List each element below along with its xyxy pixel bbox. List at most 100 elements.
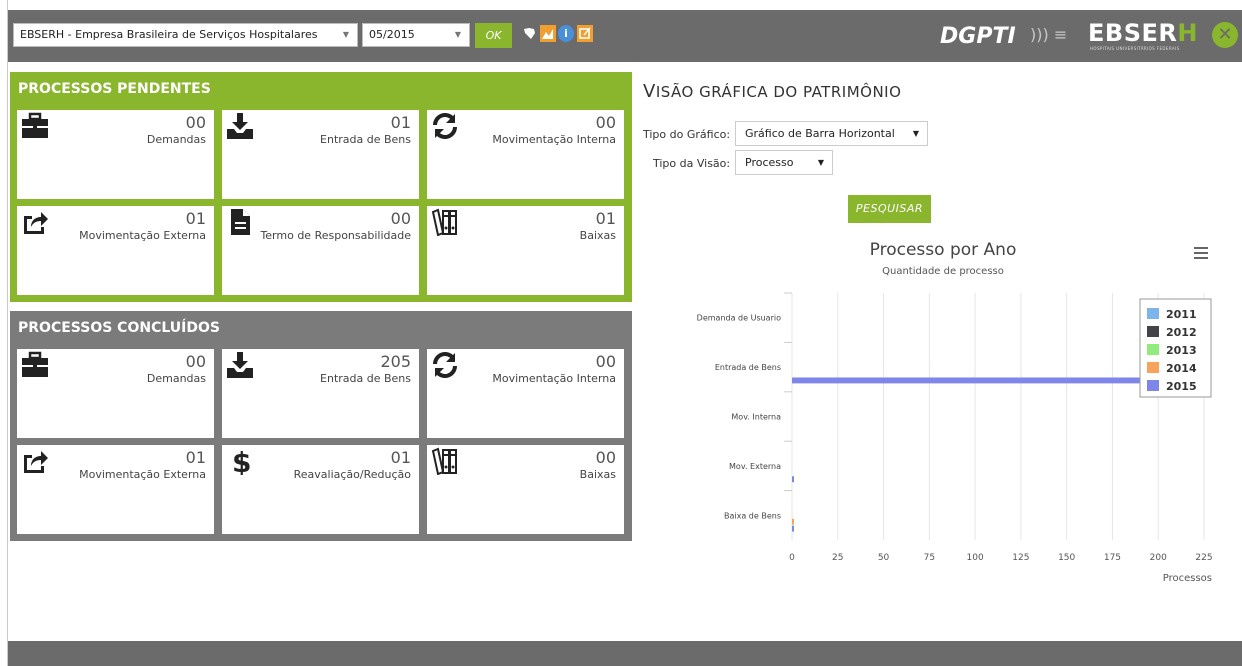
x-tick-label: 25 [832,553,843,563]
x-tick-label: 75 [924,553,935,563]
chart-subtitle: Quantidade de processo [882,266,1004,277]
tile-count: 00 [595,113,616,132]
chevron-down-icon: ▼ [342,30,349,39]
logo-separator: ))) ≡ [1030,25,1068,44]
tile-movimentacao-externa[interactable]: 01 Movimentação Externa [17,206,214,295]
pending-processes-panel: PROCESSOS PENDENTES 00 Demandas 01 Entra… [10,72,632,302]
search-button[interactable]: PESQUISAR [848,195,931,223]
hamburger-menu-icon[interactable] [1194,247,1208,259]
bar [792,518,794,525]
x-axis-label: Processos [1163,573,1212,584]
view-type-select-value: Processo [745,156,794,169]
y-category-label: Entrada de Bens [715,363,781,372]
chevron-down-icon: ▼ [817,158,824,167]
panel-title: PROCESSOS PENDENTES [18,81,211,97]
tile-baixas[interactable]: 00 Baixas [427,445,624,534]
tile-count: 01 [185,448,206,467]
legend-label: 2011 [1166,308,1197,321]
tile-label: Movimentação Externa [79,229,206,242]
chevron-down-icon: ▼ [912,129,919,138]
company-select[interactable]: EBSERH - Empresa Brasileira de Serviços … [13,23,358,47]
ebserh-logo: EBSERH [1088,19,1198,47]
y-category-label: Demanda de Usuario [697,314,781,323]
tile-label: Movimentação Interna [492,133,616,146]
x-tick-label: 100 [967,553,984,563]
tile-label: Movimentação Interna [492,372,616,385]
tile-movimentacao-interna[interactable]: 00 Movimentação Interna [427,349,624,438]
top-bar: EBSERH - Empresa Brasileira de Serviços … [8,10,1242,62]
legend-swatch [1147,344,1159,355]
x-tick-label: 50 [878,553,890,563]
tile-label: Movimentação Externa [79,468,206,481]
y-category-label: Mov. Interna [731,413,781,422]
tile-label: Demandas [146,133,206,146]
ok-button[interactable]: OK [475,23,512,48]
tile-movimentacao-interna[interactable]: 00 Movimentação Interna [427,110,624,199]
chart-type-select[interactable]: Gráfico de Barra Horizontal ▼ [735,121,928,146]
legend-label: 2014 [1166,362,1197,375]
tile-count: 00 [595,448,616,467]
page-title-rest: ISÃO GRÁFICA DO PATRIMÔNIO [655,83,902,101]
tile-label: Termo de Responsabilidade [260,229,411,242]
legend-swatch [1147,308,1159,319]
tile-baixas[interactable]: 01 Baixas [427,206,624,295]
tile-movimentacao-externa[interactable]: 01 Movimentação Externa [17,445,214,534]
tile-count: 00 [185,113,206,132]
tile-termo-de-responsabilidade[interactable]: 00 Termo de Responsabilidade [222,206,419,295]
x-tick-label: 150 [1058,553,1075,563]
x-tick-label: 0 [789,553,795,563]
window-left-edge [0,0,8,666]
view-type-label: Tipo da Visão: [653,157,731,170]
tile-reavaliacao-reducao[interactable]: $ 01 Reavaliação/Redução [222,445,419,534]
page-title: VISÃO GRÁFICA DO PATRIMÔNIO [643,81,901,102]
chevron-down-icon: ▼ [454,30,461,39]
chart-icon[interactable] [540,25,556,42]
legend-swatch [1147,326,1159,337]
tile-demandas[interactable]: 00 Demandas [17,110,214,199]
edit-icon[interactable] [577,25,593,42]
ebserh-logo-h: H [1177,19,1198,47]
dgpti-logo: DGPTI [940,24,1016,49]
info-icon[interactable]: i [558,25,574,42]
map-icon[interactable] [522,25,538,42]
tile-demandas[interactable]: 00 Demandas [17,349,214,438]
legend-label: 2012 [1166,326,1197,339]
bar [792,525,794,532]
tile-count: 00 [185,352,206,371]
ebserh-logo-text: EBSER [1088,19,1178,47]
tile-entrada-de-bens[interactable]: 205 Entrada de Bens [222,349,419,438]
close-icon[interactable]: ✕ [1212,22,1238,48]
page-title-initial: V [643,81,656,102]
legend-label: 2013 [1166,344,1197,357]
legend-swatch [1147,380,1159,391]
tile-label: Entrada de Bens [320,133,411,146]
panel-title: PROCESSOS CONCLUÍDOS [18,320,220,336]
ebserh-logo-subtitle: HOSPITAIS UNIVERSITÁRIOS FEDERAIS [1090,46,1180,51]
period-select[interactable]: 05/2015 ▼ [362,23,470,47]
tile-count: 00 [595,352,616,371]
y-category-label: Mov. Externa [729,462,781,471]
tile-label: Baixas [579,229,616,242]
svg-text:$: $ [232,447,251,475]
x-tick-label: 200 [1150,553,1167,563]
x-tick-label: 225 [1195,553,1212,563]
bar [792,377,1170,384]
tile-label: Reavaliação/Redução [293,468,411,481]
x-tick-label: 125 [1012,553,1029,563]
tile-count: 01 [390,448,411,467]
bar-chart: 0 25 50 75 100 125 150 175 200 225 Processos Demand… [697,292,1213,584]
tile-label: Entrada de Bens [320,372,411,385]
tile-count: 205 [380,352,411,371]
legend-label: 2015 [1166,380,1197,393]
tile-entrada-de-bens[interactable]: 01 Entrada de Bens [222,110,419,199]
chart-title: Processo por Ano [869,240,1017,260]
x-tick-label: 175 [1104,553,1121,563]
chart-type-select-value: Gráfico de Barra Horizontal [745,127,895,140]
tile-count: 01 [595,209,616,228]
bottom-bar [8,641,1242,666]
view-type-select[interactable]: Processo ▼ [735,150,833,175]
period-select-value: 05/2015 [369,28,415,41]
completed-processes-panel: PROCESSOS CONCLUÍDOS 00 Demandas 205 Ent… [10,311,632,541]
bar [792,476,794,483]
tile-count: 00 [390,209,411,228]
